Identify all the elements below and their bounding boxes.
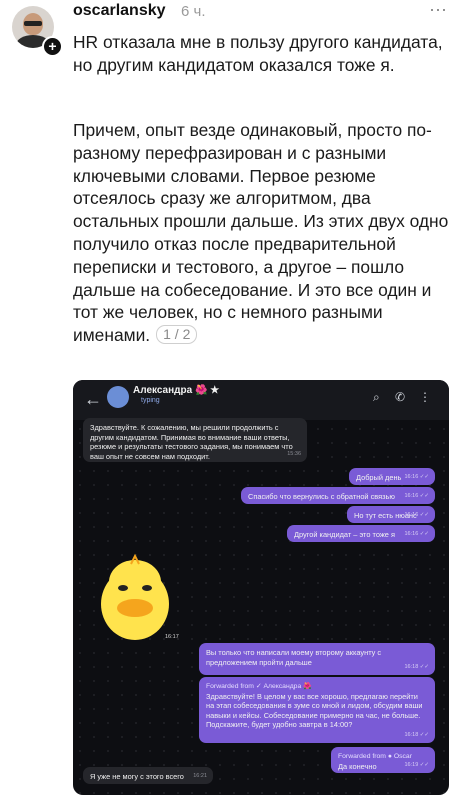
search-icon: ⌕ xyxy=(373,390,380,404)
message-time: 16:16 ✓✓ xyxy=(404,512,429,519)
message-text: Вы только что написали моему второму акк… xyxy=(206,648,382,667)
post-text-paragraph-1: HR отказала мне в пользу другого кандида… xyxy=(73,32,443,75)
message-text: Да конечно xyxy=(338,761,377,771)
message-bubble: Я уже не могу с этого всего 16:21 xyxy=(83,767,213,784)
message-time: 15:36 xyxy=(287,451,301,458)
message-bubble: Но тут есть нюанс 16:16 ✓✓ xyxy=(347,506,435,523)
message-time: 16:21 xyxy=(193,773,207,780)
post-text-paragraph-2-body: Причем, опыт везде одинаковый, просто по… xyxy=(73,120,449,346)
chat-menu-icon: ⋮ xyxy=(419,390,431,404)
message-time: 16:16 ✓✓ xyxy=(404,493,429,500)
forwarded-message-bubble: Forwarded from ✓ Александра 🌺 Здравствуй… xyxy=(199,677,435,743)
chat-header: ← Александра 🌺 ★ typing ⌕ ✆ ⋮ xyxy=(73,380,449,420)
more-options-icon[interactable]: ⋯ xyxy=(429,0,448,21)
message-time: 16:18 ✓✓ xyxy=(404,732,429,739)
back-arrow-icon: ← xyxy=(84,389,102,409)
forwarded-message-bubble: Forwarded from ● Oscar Да конечно 16:19 … xyxy=(331,747,435,773)
forwarded-from-label: Forwarded from ✓ Александра 🌺 xyxy=(206,683,312,690)
call-icon: ✆ xyxy=(395,390,406,404)
message-bubble: Спасибо что вернулись с обратной связью … xyxy=(241,487,435,504)
message-bubble: Добрый день 16:16 ✓✓ xyxy=(349,468,435,485)
message-text: Спасибо что вернулись с обратной связью xyxy=(248,492,395,501)
message-time: 16:18 ✓✓ xyxy=(404,664,429,671)
message-time: 16:16 ✓✓ xyxy=(404,474,429,481)
message-bubble: Вы только что написали моему второму акк… xyxy=(199,643,435,675)
message-text: Здравствуйте. К сожалению, мы решили про… xyxy=(90,423,293,461)
forwarded-from-label: Forwarded from ● Oscar xyxy=(338,753,412,760)
sticker-time: 16:17 xyxy=(165,634,179,640)
contact-status: typing xyxy=(141,397,160,404)
avatar-glasses-shape xyxy=(24,21,42,26)
post: + oscarlansky 6 ч. ⋯ HR отказала мне в п… xyxy=(0,0,462,800)
image-pager: 1 / 2 xyxy=(156,325,198,345)
message-text: Добрый день xyxy=(356,473,402,482)
username[interactable]: oscarlansky xyxy=(73,2,166,20)
post-time: 6 ч. xyxy=(181,3,206,20)
message-bubble: Здравствуйте. К сожалению, мы решили про… xyxy=(83,418,307,462)
message-text: Я уже не могу с этого всего xyxy=(90,772,184,781)
post-text-paragraph-2: Причем, опыт везде одинаковый, просто по… xyxy=(73,119,453,347)
contact-name: Александра 🌺 ★ xyxy=(133,385,220,396)
message-time: 16:16 ✓✓ xyxy=(404,531,429,538)
attached-chat-screenshot[interactable]: ← Александра 🌺 ★ typing ⌕ ✆ ⋮ Здравствуй… xyxy=(73,380,449,795)
message-bubble: Другой кандидат – это тоже я 16:16 ✓✓ xyxy=(287,525,435,542)
message-time: 16:19 ✓✓ xyxy=(404,762,429,769)
message-text: Здравствуйте! В целом у вас все хорошо, … xyxy=(206,691,423,730)
message-text: Другой кандидат – это тоже я xyxy=(294,530,395,539)
contact-avatar xyxy=(107,386,129,408)
follow-plus-icon[interactable]: + xyxy=(42,36,63,57)
